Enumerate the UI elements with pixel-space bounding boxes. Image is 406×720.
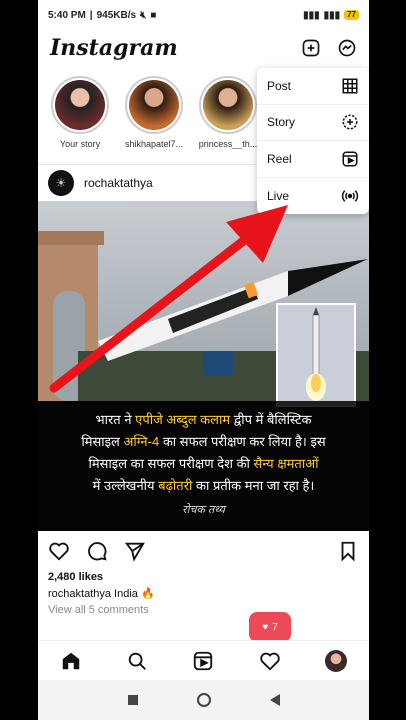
image-caption-overlay: भारत ने एपीजे अब्दुल कलाम द्वीप में बैलि… bbox=[38, 401, 369, 531]
menu-item-live[interactable]: Live bbox=[257, 178, 369, 215]
caption-text-part: मिसाइल bbox=[81, 434, 124, 449]
caption-text-part: भारत ने bbox=[95, 412, 136, 427]
caption-highlight: एपीजे अब्दुल कलाम bbox=[135, 412, 231, 427]
caption-highlight: बढ़ोतरी bbox=[158, 478, 193, 493]
story-plus-icon bbox=[342, 114, 358, 130]
video-icon: ■ bbox=[150, 9, 157, 21]
menu-item-label: Post bbox=[267, 78, 292, 93]
reels-tab-icon[interactable] bbox=[192, 650, 214, 672]
story-ring bbox=[51, 76, 109, 134]
battery-badge: 77 bbox=[344, 10, 359, 20]
caption-line: में उल्लेखनीय बढ़ोतरी का प्रतीक मना जा र… bbox=[48, 475, 359, 497]
menu-item-label: Story bbox=[267, 115, 296, 130]
caption-text-part: में उल्लेखनीय bbox=[92, 478, 159, 493]
brand-watermark: रोचक तथ्य bbox=[182, 504, 225, 516]
story-princess[interactable]: princess__th... bbox=[196, 76, 260, 160]
post-image[interactable]: भारत ने एपीजे अब्दुल कलाम द्वीप में बैलि… bbox=[38, 201, 369, 531]
avatar bbox=[203, 80, 253, 130]
grid-icon bbox=[342, 78, 358, 94]
story-label: princess__th... bbox=[198, 139, 258, 149]
status-time: 5:40 PM bbox=[48, 9, 86, 21]
create-menu: Post Story Reel Live bbox=[257, 68, 369, 214]
menu-item-label: Live bbox=[267, 188, 290, 203]
inset-launch-image bbox=[276, 303, 356, 407]
caption-highlight: अग्नि-4 bbox=[123, 434, 160, 449]
caption-highlight: सैन्य क्षमताओं bbox=[253, 456, 319, 471]
story-ring bbox=[125, 76, 183, 134]
story-shikhapatel[interactable]: shikhapatel7... bbox=[122, 76, 186, 160]
home-button-icon[interactable] bbox=[196, 693, 211, 707]
activity-heart-icon[interactable] bbox=[259, 650, 281, 672]
system-nav-bar bbox=[38, 680, 369, 720]
home-icon[interactable] bbox=[60, 650, 82, 672]
caption-lines: भारत ने एपीजे अब्दुल कलाम द्वीप में बैलि… bbox=[48, 409, 359, 497]
heart-icon[interactable] bbox=[48, 540, 70, 562]
caption-text: India 🔥 bbox=[114, 588, 155, 600]
post-actions bbox=[38, 531, 369, 571]
caption-text-part: मिसाइल का सफल परीक्षण देश की bbox=[88, 456, 254, 471]
avatar bbox=[129, 80, 179, 130]
caption-text-part: द्वीप में बैलिस्टिक bbox=[230, 412, 312, 427]
share-icon[interactable] bbox=[124, 540, 146, 562]
notification-count: 7 bbox=[272, 621, 278, 633]
search-icon[interactable] bbox=[126, 650, 148, 672]
live-icon bbox=[341, 189, 359, 202]
status-speed: 945KB/s bbox=[96, 9, 137, 21]
menu-item-reel[interactable]: Reel bbox=[257, 141, 369, 178]
caption-line: मिसाइल का सफल परीक्षण देश की सैन्य क्षमत… bbox=[48, 453, 359, 475]
profile-avatar[interactable] bbox=[324, 649, 347, 672]
menu-item-label: Reel bbox=[267, 151, 292, 166]
mute-icon: 🔇︎ bbox=[140, 9, 147, 21]
instagram-logo: Instagram bbox=[50, 35, 178, 61]
avatar bbox=[55, 80, 105, 130]
story-label: shikhapatel7... bbox=[124, 139, 184, 149]
bulb-avatar-icon[interactable]: ☀ bbox=[48, 170, 74, 196]
back-icon[interactable] bbox=[269, 694, 280, 706]
activity-notification-badge[interactable]: ♥ 7 bbox=[249, 612, 291, 647]
story-your-story[interactable]: Your story bbox=[48, 76, 112, 160]
app-header: Instagram bbox=[38, 30, 369, 66]
messenger-icon[interactable] bbox=[337, 38, 357, 58]
story-label: Your story bbox=[59, 139, 101, 149]
plus-square-icon[interactable] bbox=[301, 38, 321, 58]
caption-text-part: का प्रतीक मना जा रहा है। bbox=[192, 478, 315, 493]
bottom-nav bbox=[38, 640, 369, 680]
status-bar: 5:40 PM | 945KB/s 🔇︎ ■ ▮▮▮ ▮▮▮ 77 bbox=[38, 0, 369, 30]
signal-icon-2: ▮▮▮ bbox=[323, 9, 341, 21]
recents-icon[interactable] bbox=[127, 695, 138, 705]
post-username[interactable]: rochaktathya bbox=[84, 176, 153, 190]
reel-icon bbox=[342, 151, 358, 167]
comment-icon[interactable] bbox=[86, 540, 108, 562]
signal-icon: ▮▮▮ bbox=[303, 9, 320, 21]
view-comments-link[interactable]: View all 5 comments bbox=[38, 600, 369, 616]
bookmark-icon[interactable] bbox=[337, 540, 359, 562]
story-ring bbox=[199, 76, 257, 134]
phone-screen: 5:40 PM | 945KB/s 🔇︎ ■ ▮▮▮ ▮▮▮ 77 Instag… bbox=[38, 0, 369, 720]
caption-line: मिसाइल अग्नि-4 का सफल परीक्षण कर लिया है… bbox=[48, 431, 359, 453]
caption-username[interactable]: rochaktathya bbox=[48, 588, 111, 600]
post-caption: rochaktathya India 🔥 bbox=[38, 583, 369, 600]
heart-filled-icon: ♥ bbox=[262, 621, 269, 633]
likes-count[interactable]: 2,480 likes bbox=[38, 571, 369, 583]
caption-text-part: का सफल परीक्षण कर लिया है। इस bbox=[159, 434, 326, 449]
menu-item-post[interactable]: Post bbox=[257, 68, 369, 105]
menu-item-story[interactable]: Story bbox=[257, 105, 369, 141]
caption-line: भारत ने एपीजे अब्दुल कलाम द्वीप में बैलि… bbox=[48, 409, 359, 431]
